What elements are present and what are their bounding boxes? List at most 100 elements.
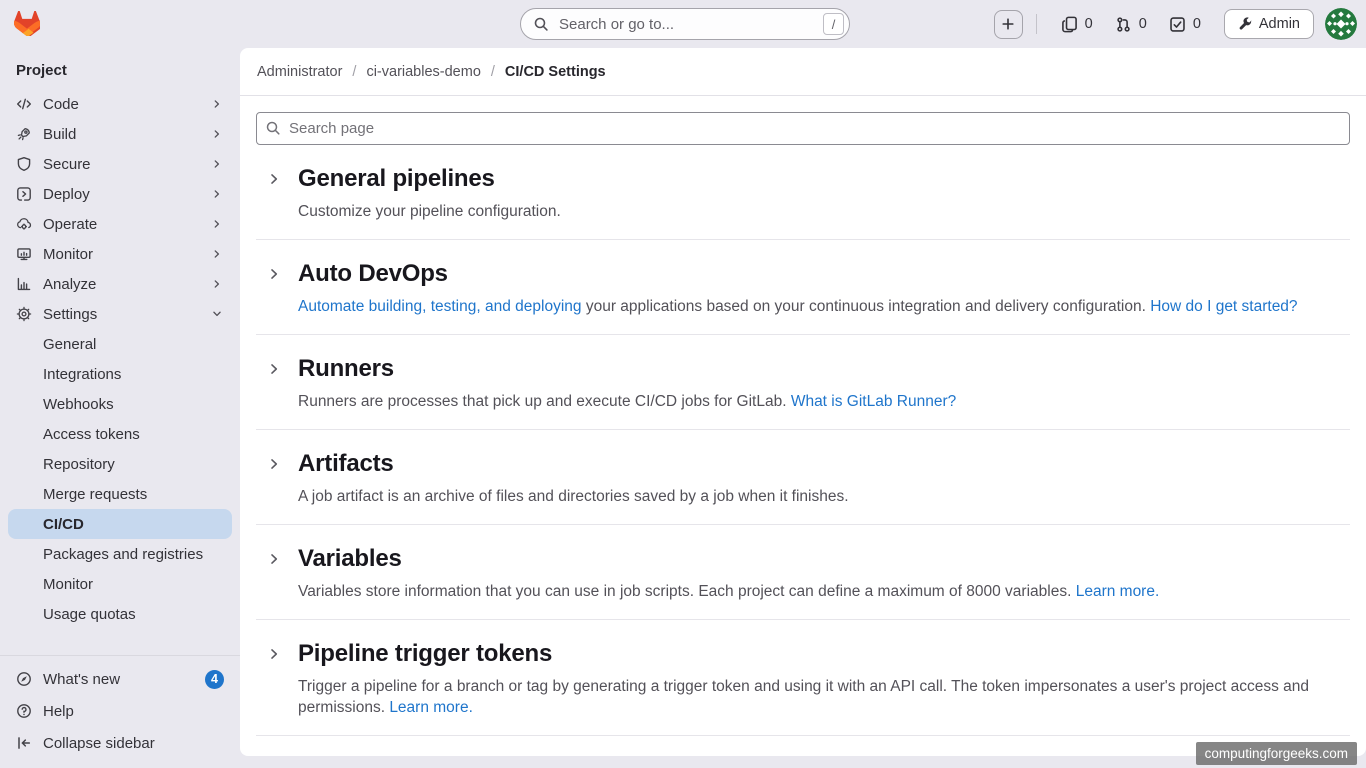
section-description: Customize your pipeline configuration. [298, 201, 1350, 222]
description-text: Runners are processes that pick up and e… [298, 393, 791, 410]
rocket-icon [16, 126, 32, 142]
admin-button-label: Admin [1259, 16, 1300, 32]
question-icon [16, 703, 32, 719]
search-shortcut-key: / [823, 13, 844, 35]
sidebar-subitem-webhooks[interactable]: Webhooks [8, 389, 232, 419]
chevron-right-icon [266, 646, 282, 662]
sidebar-item-deploy[interactable]: Deploy [8, 179, 232, 209]
sidebar-context-title: Project [0, 48, 240, 89]
breadcrumb-group-link[interactable]: Administrator [257, 64, 342, 80]
section-expand-button[interactable] [258, 258, 289, 289]
chevron-right-icon [210, 127, 224, 141]
sidebar-subitem-usage-quotas[interactable]: Usage quotas [8, 599, 232, 629]
issues-counter[interactable]: 0 [1061, 16, 1093, 33]
topbar-divider [1036, 14, 1037, 34]
help-button[interactable]: Help [8, 695, 232, 727]
chevron-down-icon [210, 307, 224, 321]
collapse-sidebar-label: Collapse sidebar [43, 734, 224, 753]
sidebar-item-code[interactable]: Code [8, 89, 232, 119]
sidebar-item-analyze[interactable]: Analyze [8, 269, 232, 299]
plus-icon [1000, 16, 1016, 32]
sidebar-item-settings[interactable]: Settings [8, 299, 232, 329]
sidebar-item-label: Secure [43, 155, 210, 174]
variables-learn-more-link[interactable]: Learn more. [1076, 583, 1160, 600]
breadcrumb-separator: / [352, 64, 356, 80]
collapse-sidebar-button[interactable]: Collapse sidebar [8, 727, 232, 759]
watermark: computingforgeeks.com [1196, 742, 1357, 765]
description-text: your applications based on your continuo… [582, 298, 1151, 315]
section-expand-button[interactable] [258, 543, 289, 574]
chevron-right-icon [210, 247, 224, 261]
section-description: Automate building, testing, and deployin… [298, 296, 1350, 317]
what-is-gitlab-runner-link[interactable]: What is GitLab Runner? [791, 393, 956, 410]
settings-sections: General pipelines Customize your pipelin… [256, 145, 1350, 756]
chevron-right-icon [266, 171, 282, 187]
todos-counter[interactable]: 0 [1169, 16, 1201, 33]
sidebar-item-label: Code [43, 95, 210, 114]
chevron-right-icon [210, 97, 224, 111]
sidebar-subitem-monitor[interactable]: Monitor [8, 569, 232, 599]
trigger-tokens-learn-more-link[interactable]: Learn more. [389, 699, 473, 716]
section-expand-button[interactable] [258, 448, 289, 479]
auto-devops-docs-link[interactable]: Automate building, testing, and deployin… [298, 298, 582, 315]
operate-icon [16, 216, 32, 232]
breadcrumb-project-link[interactable]: ci-variables-demo [366, 64, 480, 80]
sidebar-subitem-packages-and-registries[interactable]: Packages and registries [8, 539, 232, 569]
section-deploy-freezes: Deploy freezes [256, 736, 1350, 756]
section-title: Runners [298, 355, 394, 383]
sidebar-subitem-integrations[interactable]: Integrations [8, 359, 232, 389]
issues-count: 0 [1085, 16, 1093, 32]
admin-button[interactable]: Admin [1224, 9, 1314, 39]
gitlab-logo-icon[interactable] [14, 11, 40, 36]
sidebar-subitem-general[interactable]: General [8, 329, 232, 359]
section-expand-button[interactable] [258, 353, 289, 384]
section-expand-button[interactable] [258, 163, 289, 194]
section-description: Trigger a pipeline for a branch or tag b… [298, 676, 1350, 718]
search-icon [265, 120, 281, 136]
shield-icon [16, 156, 32, 172]
sidebar-subitem-access-tokens[interactable]: Access tokens [8, 419, 232, 449]
sidebar-item-label: Operate [43, 215, 210, 234]
chevron-right-icon [210, 277, 224, 291]
chevron-right-icon [210, 217, 224, 231]
sidebar-item-secure[interactable]: Secure [8, 149, 232, 179]
chevron-right-icon [210, 157, 224, 171]
section-runners: Runners Runners are processes that pick … [256, 335, 1350, 430]
sidebar-subitem-cicd[interactable]: CI/CD [8, 509, 232, 539]
sidebar-subitem-repository[interactable]: Repository [8, 449, 232, 479]
user-avatar[interactable] [1325, 8, 1357, 40]
topbar-actions: 0 0 0 [994, 0, 1357, 48]
monitor-icon [16, 246, 32, 262]
topbar: / 0 [0, 0, 1366, 48]
global-search-input[interactable] [557, 15, 815, 34]
deploy-icon [16, 186, 32, 202]
global-search[interactable]: / [520, 8, 850, 40]
merge-requests-counter[interactable]: 0 [1115, 16, 1147, 33]
page-search-input[interactable] [256, 112, 1350, 145]
whats-new-button[interactable]: What's new 4 [8, 663, 232, 695]
section-auto-devops: Auto DevOps Automate building, testing, … [256, 240, 1350, 335]
page-search [256, 112, 1350, 145]
section-title: General pipelines [298, 165, 495, 193]
sidebar-item-label: Deploy [43, 185, 210, 204]
create-new-button[interactable] [994, 10, 1023, 39]
chevron-right-icon [266, 361, 282, 377]
chevron-right-icon [266, 266, 282, 282]
get-started-link[interactable]: How do I get started? [1150, 298, 1297, 315]
section-expand-button[interactable] [258, 638, 289, 669]
section-description: A job artifact is an archive of files an… [298, 486, 1350, 507]
section-general-pipelines: General pipelines Customize your pipelin… [256, 145, 1350, 240]
breadcrumb: Administrator / ci-variables-demo / CI/C… [240, 48, 1366, 96]
sidebar-subitem-merge-requests[interactable]: Merge requests [8, 479, 232, 509]
issues-icon [1061, 16, 1078, 33]
sidebar-item-operate[interactable]: Operate [8, 209, 232, 239]
section-title: Deploy freezes [298, 756, 465, 757]
merge-request-icon [1115, 16, 1132, 33]
sidebar-item-monitor[interactable]: Monitor [8, 239, 232, 269]
todos-count: 0 [1193, 16, 1201, 32]
sidebar-item-build[interactable]: Build [8, 119, 232, 149]
whats-new-label: What's new [43, 670, 205, 689]
merge-requests-count: 0 [1139, 16, 1147, 32]
sidebar-item-label: Monitor [43, 245, 210, 264]
section-expand-button[interactable] [258, 754, 289, 756]
